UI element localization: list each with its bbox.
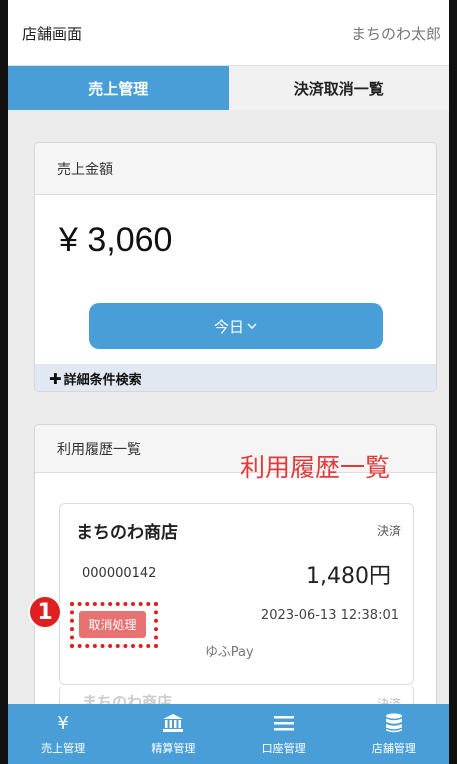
shop-name: まちのわ商店	[76, 523, 178, 543]
page-title: 店舗画面	[22, 25, 83, 43]
transaction-datetime: 2023-06-13 12:38:01	[260, 608, 399, 623]
yen-icon: ¥	[57, 712, 69, 734]
transaction-item[interactable]: まちのわ商店 決済 000000142 1,480円 取消処理 2023-06-…	[59, 503, 414, 685]
phone-screen: 店舗画面 まちのわ太郎 売上管理 決済取消一覧 売上金額 ¥ 3,060 今日 …	[8, 0, 449, 764]
sales-card-title: 売上金額	[35, 143, 436, 195]
bank-icon	[162, 712, 184, 734]
bottom-navigation: ¥ 売上管理 精算管理 口座管理 店舗管理	[8, 704, 449, 764]
nav-label: 店舗管理	[371, 742, 416, 755]
detail-search-toggle[interactable]: ✚ 詳細条件検索	[35, 364, 436, 391]
nav-sales-management[interactable]: ¥ 売上管理	[8, 704, 118, 764]
tab-bar: 売上管理 決済取消一覧	[8, 66, 449, 110]
nav-account-management[interactable]: 口座管理	[229, 704, 339, 764]
tab-sales-management[interactable]: 売上管理	[8, 66, 229, 110]
nav-store-management[interactable]: 店舗管理	[339, 704, 449, 764]
app-header: 店舗画面 まちのわ太郎	[8, 0, 449, 66]
sales-amount-card: 売上金額 ¥ 3,060 今日 ✚ 詳細条件検索	[34, 142, 437, 392]
payment-method: ゆふPay	[205, 645, 254, 660]
transaction-type: 決済	[376, 524, 401, 538]
step-number-badge: 1	[28, 595, 62, 629]
database-icon	[385, 712, 403, 734]
nav-label: 精算管理	[151, 742, 196, 755]
period-select-button[interactable]: 今日	[89, 303, 383, 349]
sales-amount: ¥ 3,060	[59, 221, 173, 259]
transaction-id: 000000142	[82, 566, 157, 581]
detail-search-label: 詳細条件検索	[63, 373, 142, 388]
menu-icon	[273, 712, 294, 734]
plus-icon: ✚	[49, 369, 62, 388]
period-label: 今日	[213, 317, 244, 336]
annotation-label: 利用履歴一覧	[240, 453, 391, 482]
user-name[interactable]: まちのわ太郎	[351, 23, 441, 44]
chevron-down-icon	[247, 323, 257, 329]
nav-label: 売上管理	[41, 742, 86, 755]
nav-settlement-management[interactable]: 精算管理	[118, 704, 228, 764]
nav-label: 口座管理	[261, 742, 306, 755]
tab-payment-cancel-list[interactable]: 決済取消一覧	[228, 66, 449, 110]
transaction-amount: 1,480円	[306, 564, 391, 589]
cancel-process-button[interactable]: 取消処理	[79, 611, 146, 638]
